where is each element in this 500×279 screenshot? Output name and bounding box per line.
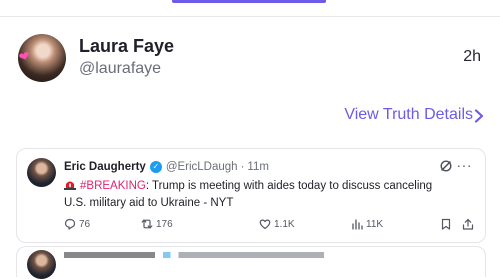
embedded-post-card[interactable]: Eric Daugherty ✓ @EricLDaugh · 11m ··· #… <box>16 148 486 243</box>
reply-count: 76 <box>79 218 91 230</box>
breaking-hashtag[interactable]: #BREAKING <box>80 180 146 192</box>
heart-icon <box>259 219 271 230</box>
embedded-post-text: #BREAKING: Trump is meeting with aides t… <box>64 178 454 212</box>
views-count: 11K <box>366 218 384 230</box>
share-icon <box>462 218 474 230</box>
embedded-avatar[interactable] <box>27 158 56 187</box>
share-action[interactable] <box>462 218 477 230</box>
bookmark-icon <box>441 218 451 230</box>
divider <box>0 16 500 17</box>
repost-icon <box>141 219 153 229</box>
active-tab-indicator <box>172 0 326 3</box>
rotating-light-icon <box>64 181 76 190</box>
grok-icon[interactable] <box>439 159 453 173</box>
embedded-post-header: Eric Daugherty ✓ @EricLDaugh · 11m <box>64 159 448 175</box>
avatar[interactable]: ❤ <box>18 34 66 82</box>
embedded-author-name[interactable]: Eric Daugherty <box>64 161 146 173</box>
post-timestamp[interactable]: 2h <box>463 48 481 66</box>
display-name[interactable]: Laura Faye <box>79 36 174 57</box>
truncated-post-header <box>64 252 324 258</box>
more-options-icon[interactable]: ··· <box>457 157 473 173</box>
embedded-author-handle[interactable]: @EricLDaugh <box>166 161 238 173</box>
view-truth-details-link[interactable]: View Truth Details <box>344 106 473 124</box>
views-chart-icon <box>352 219 363 230</box>
repost-count: 176 <box>156 218 173 230</box>
like-action[interactable]: 1.1K <box>259 218 295 230</box>
embedded-post-time[interactable]: 11m <box>247 161 269 173</box>
repost-action[interactable]: 176 <box>141 218 173 230</box>
bookmark-action[interactable] <box>440 218 455 230</box>
username-handle[interactable]: @laurafaye <box>79 60 161 78</box>
pink-heart-icon: ❤ <box>18 47 32 66</box>
reply-action[interactable]: 76 <box>64 218 90 230</box>
views-action[interactable]: 11K <box>351 218 383 230</box>
like-count: 1.1K <box>274 218 295 230</box>
embedded-post-actions: 76 176 1.1K 11K <box>64 218 474 232</box>
next-embedded-post-card[interactable] <box>16 246 486 279</box>
chevron-right-icon[interactable] <box>474 109 484 123</box>
verified-badge-icon: ✓ <box>149 161 162 173</box>
embedded-avatar[interactable] <box>27 250 56 279</box>
reply-icon <box>64 218 76 230</box>
separator: · <box>240 161 245 173</box>
